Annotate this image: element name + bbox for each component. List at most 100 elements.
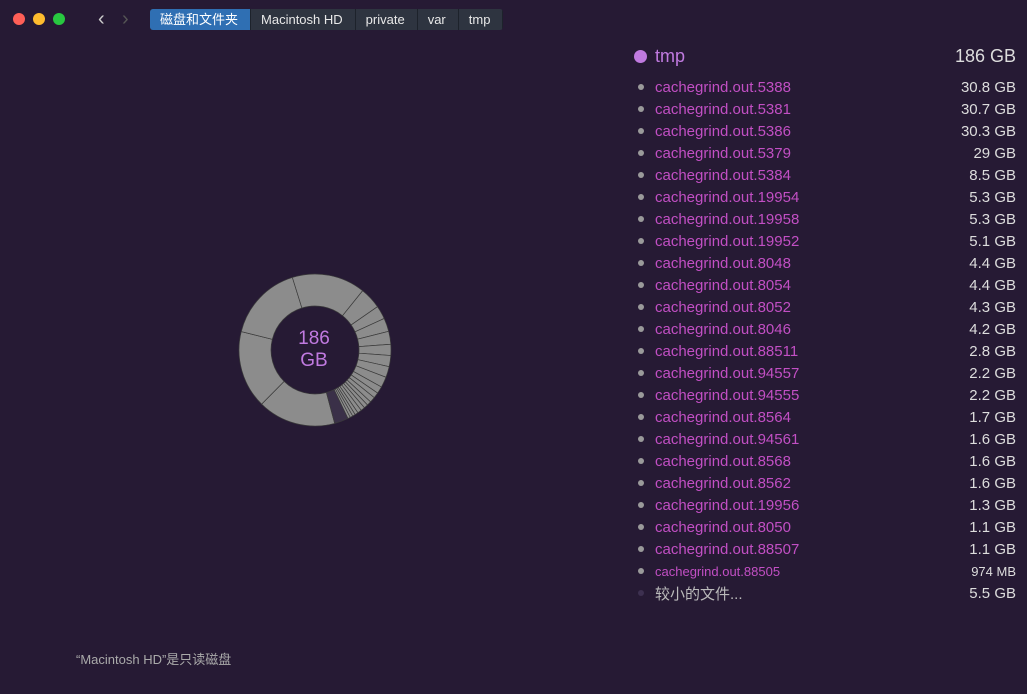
file-name: cachegrind.out.19954 — [655, 188, 800, 206]
file-size: 8.5 GB — [969, 166, 1016, 184]
file-row[interactable]: cachegrind.out.5386 30.3 GB — [634, 120, 1016, 142]
file-name: cachegrind.out.5388 — [655, 78, 791, 96]
file-size: 29 GB — [973, 144, 1016, 162]
folder-size: 186 GB — [954, 45, 1016, 66]
bullet-icon — [638, 546, 644, 552]
file-row[interactable]: cachegrind.out.5381 30.7 GB — [634, 98, 1016, 120]
file-name: cachegrind.out.8052 — [655, 298, 791, 316]
file-row[interactable]: cachegrind.out.8568 1.6 GB — [634, 450, 1016, 472]
file-row[interactable]: cachegrind.out.8564 1.7 GB — [634, 406, 1016, 428]
file-size: 5.3 GB — [969, 188, 1016, 206]
file-row[interactable]: cachegrind.out.19956 1.3 GB — [634, 494, 1016, 516]
file-size: 1.1 GB — [969, 540, 1016, 558]
file-row[interactable]: cachegrind.out.19954 5.3 GB — [634, 186, 1016, 208]
breadcrumb-var[interactable]: var — [418, 9, 459, 30]
bullet-icon — [638, 172, 644, 178]
file-size: 4.3 GB — [969, 298, 1016, 316]
breadcrumb: 磁盘和文件夹 Macintosh HD private var tmp — [150, 9, 504, 30]
file-size: 30.8 GB — [960, 78, 1016, 96]
bullet-icon — [638, 304, 644, 310]
bullet-icon — [638, 590, 644, 596]
file-name: cachegrind.out.8054 — [655, 276, 791, 294]
file-name: cachegrind.out.8562 — [655, 474, 791, 492]
file-row[interactable]: cachegrind.out.88511 2.8 GB — [634, 340, 1016, 362]
bullet-icon — [638, 194, 644, 200]
total-unit: GB — [300, 350, 328, 371]
file-row[interactable]: cachegrind.out.88505 974 MB — [634, 560, 1016, 582]
file-size: 1.3 GB — [969, 496, 1016, 514]
breadcrumb-macintosh-hd[interactable]: Macintosh HD — [251, 9, 356, 30]
file-size: 1.7 GB — [969, 408, 1016, 426]
file-size: 5.3 GB — [969, 210, 1016, 228]
bullet-icon — [638, 568, 644, 574]
breadcrumb-private[interactable]: private — [356, 9, 418, 30]
file-name: cachegrind.out.5379 — [655, 144, 791, 162]
file-row[interactable]: cachegrind.out.8046 4.2 GB — [634, 318, 1016, 340]
total-value: 186 — [298, 328, 330, 349]
file-name: cachegrind.out.5384 — [655, 166, 791, 184]
file-size: 974 MB — [971, 563, 1016, 579]
file-list: tmp 186 GB cachegrind.out.5388 30.8 GB cac… — [634, 44, 1016, 604]
breadcrumb-disks[interactable]: 磁盘和文件夹 — [150, 9, 252, 30]
file-row[interactable]: cachegrind.out.8048 4.4 GB — [634, 252, 1016, 274]
file-row[interactable]: cachegrind.out.19952 5.1 GB — [634, 230, 1016, 252]
folder-header[interactable]: tmp 186 GB — [634, 44, 1016, 68]
back-icon[interactable]: ‹ — [98, 8, 105, 31]
minimize-button[interactable] — [33, 13, 45, 25]
file-name: cachegrind.out.5386 — [655, 122, 791, 140]
file-row[interactable]: cachegrind.out.8050 1.1 GB — [634, 516, 1016, 538]
close-button[interactable] — [13, 13, 25, 25]
zoom-button[interactable] — [53, 13, 65, 25]
bullet-icon — [638, 348, 644, 354]
file-size: 1.1 GB — [969, 518, 1016, 536]
file-row[interactable]: cachegrind.out.19958 5.3 GB — [634, 208, 1016, 230]
bullet-icon — [638, 238, 644, 244]
file-row[interactable]: cachegrind.out.5388 30.8 GB — [634, 76, 1016, 98]
file-name: cachegrind.out.19952 — [655, 232, 800, 250]
bullet-icon — [638, 436, 644, 442]
bullet-icon — [638, 480, 644, 486]
file-size: 5.5 GB — [969, 584, 1016, 602]
file-name: cachegrind.out.94555 — [655, 386, 800, 404]
file-row[interactable]: cachegrind.out.5379 29 GB — [634, 142, 1016, 164]
file-row[interactable]: cachegrind.out.94557 2.2 GB — [634, 362, 1016, 384]
bullet-icon — [638, 106, 644, 112]
file-size: 2.8 GB — [969, 342, 1016, 360]
file-name: cachegrind.out.88511 — [655, 342, 799, 360]
file-name: cachegrind.out.8564 — [655, 408, 791, 426]
bullet-icon — [638, 524, 644, 530]
file-name: cachegrind.out.5381 — [655, 100, 791, 118]
file-row[interactable]: cachegrind.out.8054 4.4 GB — [634, 274, 1016, 296]
file-row[interactable]: cachegrind.out.94561 1.6 GB — [634, 428, 1016, 450]
forward-icon[interactable]: › — [122, 8, 129, 31]
bullet-icon — [638, 414, 644, 420]
bullet-icon — [638, 216, 644, 222]
file-size: 5.1 GB — [969, 232, 1016, 250]
bullet-icon — [638, 502, 644, 508]
read-only-notice: “Macintosh HD”是只读磁盘 — [76, 652, 232, 667]
file-name: cachegrind.out.19956 — [655, 496, 800, 514]
file-name: cachegrind.out.94557 — [655, 364, 800, 382]
file-row[interactable]: cachegrind.out.8052 4.3 GB — [634, 296, 1016, 318]
file-size: 30.3 GB — [960, 122, 1016, 140]
file-name: 较小的文件... — [655, 585, 743, 603]
file-name: cachegrind.out.8050 — [655, 518, 791, 536]
file-size: 1.6 GB — [969, 474, 1016, 492]
bullet-icon — [638, 260, 644, 266]
file-name: cachegrind.out.19958 — [655, 210, 800, 228]
file-row[interactable]: cachegrind.out.5384 8.5 GB — [634, 164, 1016, 186]
file-size: 4.4 GB — [969, 254, 1016, 272]
smaller-files-row[interactable]: 较小的文件... 5.5 GB — [634, 582, 1016, 604]
file-row[interactable]: cachegrind.out.88507 1.1 GB — [634, 538, 1016, 560]
bullet-icon — [638, 282, 644, 288]
file-name: cachegrind.out.8048 — [655, 254, 791, 272]
bullet-icon — [638, 128, 644, 134]
file-row[interactable]: cachegrind.out.94555 2.2 GB — [634, 384, 1016, 406]
file-size: 1.6 GB — [969, 452, 1016, 470]
bullet-icon — [638, 370, 644, 376]
bullet-icon — [638, 150, 644, 156]
bullet-icon — [638, 84, 644, 90]
breadcrumb-tmp[interactable]: tmp — [459, 9, 504, 30]
file-row[interactable]: cachegrind.out.8562 1.6 GB — [634, 472, 1016, 494]
file-size: 30.7 GB — [960, 100, 1016, 118]
